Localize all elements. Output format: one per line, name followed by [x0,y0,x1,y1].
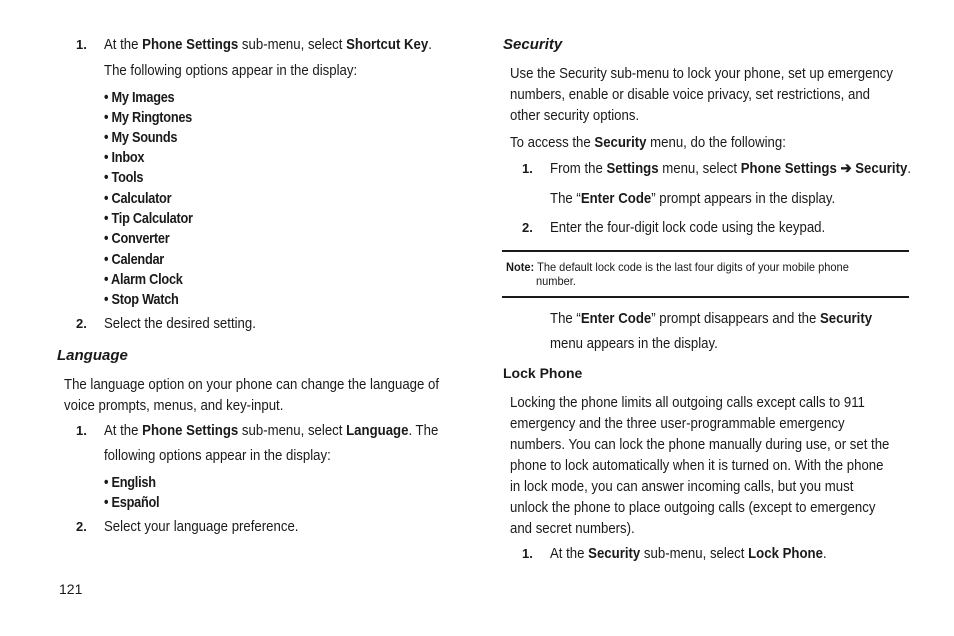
step-number: 2. [76,316,87,331]
step-number: 1. [522,546,533,561]
step-description: The “Enter Code” prompt disappears and t… [550,310,873,327]
access-instruction: To access the Security menu, do the foll… [510,134,786,151]
paragraph-line: in lock mode, you can answer incoming ca… [510,478,854,495]
step-text: following options appear in the display: [104,447,331,464]
menu-name: Lock Phone [748,545,823,562]
list-item: • Stop Watch [104,291,179,308]
step-text: From the Settings menu, select Phone Set… [550,160,911,177]
paragraph-line: emergency and the three user-programmabl… [510,415,845,432]
step-text: At the Security sub-menu, select Lock Ph… [550,545,827,562]
step-number: 1. [76,423,87,438]
page-number: 121 [59,581,83,597]
menu-name: Language [346,422,409,439]
note-label: Note: [506,260,535,274]
list-item: • Tip Calculator [104,210,193,227]
subsection-heading-lock-phone: Lock Phone [503,365,583,381]
note-text: Note: The default lock code is the last … [506,260,849,274]
prompt-name: Enter Code [580,190,652,207]
list-item: • My Ringtones [104,109,193,126]
list-item: • Calculator [104,190,172,207]
paragraph-line: voice prompts, menus, and key-input. [64,397,284,414]
menu-name: Phone Settings [142,422,239,439]
note-top-rule [502,250,909,252]
list-item: • Español [104,494,160,511]
paragraph-line: Use the Security sub-menu to lock your p… [510,65,894,82]
paragraph-line: unlock the phone to place outgoing calls… [510,499,876,516]
step-description: The “Enter Code” prompt appears in the d… [550,190,836,207]
step-description: The following options appear in the disp… [104,62,358,79]
paragraph-line: The language option on your phone can ch… [64,376,440,393]
list-item: • Tools [104,169,144,186]
list-item: • My Sounds [104,129,178,146]
step-number: 1. [522,161,533,176]
paragraph-line: numbers, enable or disable voice privacy… [510,86,871,103]
list-item: • Alarm Clock [104,271,183,288]
step-number: 1. [76,37,87,52]
step-text: Enter the four-digit lock code using the… [550,219,826,236]
menu-path: Phone Settings ➔ Security [740,160,908,177]
note-text: number. [536,274,576,288]
step-number: 2. [76,519,87,534]
list-item: • Converter [104,230,170,247]
step-text: At the Phone Settings sub-menu, select L… [104,422,439,439]
menu-name: Shortcut Key [346,36,429,53]
list-item: • Calendar [104,251,165,268]
step-text: At the Phone Settings sub-menu, select S… [104,36,432,53]
paragraph-line: numbers. You can lock the phone manually… [510,436,890,453]
section-heading-security: Security [503,36,563,53]
list-item: • Inbox [104,149,145,166]
step-text: Select the desired setting. [104,315,256,332]
paragraph-line: Locking the phone limits all outgoing ca… [510,394,865,411]
list-item: • English [104,474,156,491]
note-bottom-rule [502,296,909,298]
menu-name: Security [594,134,647,151]
menu-name: Phone Settings [142,36,239,53]
paragraph-line: phone to lock automatically when it is t… [510,457,884,474]
step-text: Select your language preference. [104,518,299,535]
menu-name: Security [588,545,641,562]
step-number: 2. [522,220,533,235]
menu-name: Settings [606,160,659,177]
section-heading-language: Language [57,347,128,364]
step-description: menu appears in the display. [550,335,718,352]
paragraph-line: other security options. [510,107,640,124]
list-item: • My Images [104,89,175,106]
paragraph-line: and secret numbers). [510,520,635,537]
prompt-name: Enter Code [580,310,652,327]
menu-name: Security [819,310,873,327]
